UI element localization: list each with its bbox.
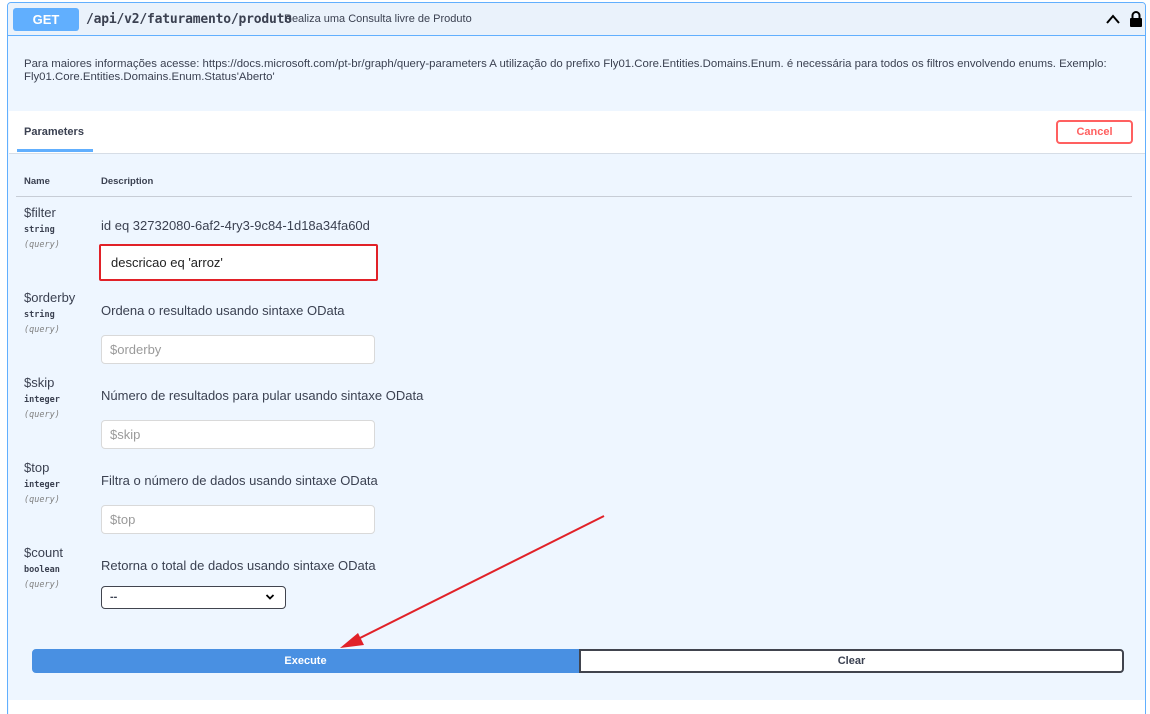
description-line: Fly01.Core.Entities.Domains.Enum.Status'…: [24, 70, 275, 83]
method-badge: GET: [13, 8, 79, 31]
column-header-description: Description: [101, 176, 154, 187]
param-location: (query): [24, 495, 60, 505]
tab-parameters[interactable]: Parameters: [24, 126, 84, 138]
description-line: Para maiores informações acesse: https:/…: [24, 58, 1107, 70]
param-type: boolean: [24, 565, 60, 575]
cancel-button[interactable]: Cancel: [1056, 120, 1133, 144]
operation-summary[interactable]: GET /api/v2/faturamento/produto Realiza …: [8, 3, 1145, 36]
chevron-down-icon: [265, 594, 275, 600]
tab-active-indicator: [17, 149, 93, 152]
param-description: Número de resultados para pular usando s…: [101, 388, 424, 403]
param-type: string: [24, 310, 55, 320]
filter-input[interactable]: [99, 244, 378, 281]
endpoint-path: /api/v2/faturamento/produto: [86, 12, 292, 27]
param-location: (query): [24, 240, 60, 250]
lock-icon[interactable]: [1129, 10, 1143, 28]
column-header-name: Name: [24, 176, 50, 187]
responses-section: [9, 700, 1145, 714]
param-type: integer: [24, 395, 60, 405]
count-select[interactable]: --: [101, 586, 286, 609]
header-divider: [16, 196, 1132, 197]
count-select-value: --: [110, 591, 118, 603]
operation-summary-text: Realiza uma Consulta livre de Produto: [284, 13, 472, 25]
param-location: (query): [24, 325, 60, 335]
param-type: integer: [24, 480, 60, 490]
param-description: Retorna o total de dados usando sintaxe …: [101, 558, 376, 573]
param-description: Ordena o resultado usando sintaxe OData: [101, 303, 345, 318]
param-description: Filtra o número de dados usando sintaxe …: [101, 473, 378, 488]
param-name: $skip: [24, 375, 55, 390]
clear-button[interactable]: Clear: [579, 649, 1124, 673]
execute-button[interactable]: Execute: [32, 649, 579, 673]
operation-description: Para maiores informações acesse: https:/…: [24, 58, 1124, 83]
param-type: string: [24, 225, 55, 235]
param-description: id eq 32732080-6af2-4ry3-9c84-1d18a34fa6…: [101, 218, 370, 233]
top-input[interactable]: [101, 505, 375, 534]
parameters-header: Parameters Cancel: [9, 111, 1145, 154]
param-name: $filter: [24, 205, 56, 220]
skip-input[interactable]: [101, 420, 375, 449]
param-name: $count: [24, 545, 64, 560]
param-location: (query): [24, 580, 60, 590]
param-name: $top: [24, 460, 50, 475]
chevron-up-icon[interactable]: [1105, 12, 1121, 26]
orderby-input[interactable]: [101, 335, 375, 364]
param-name: $orderby: [24, 290, 76, 305]
param-location: (query): [24, 410, 60, 420]
